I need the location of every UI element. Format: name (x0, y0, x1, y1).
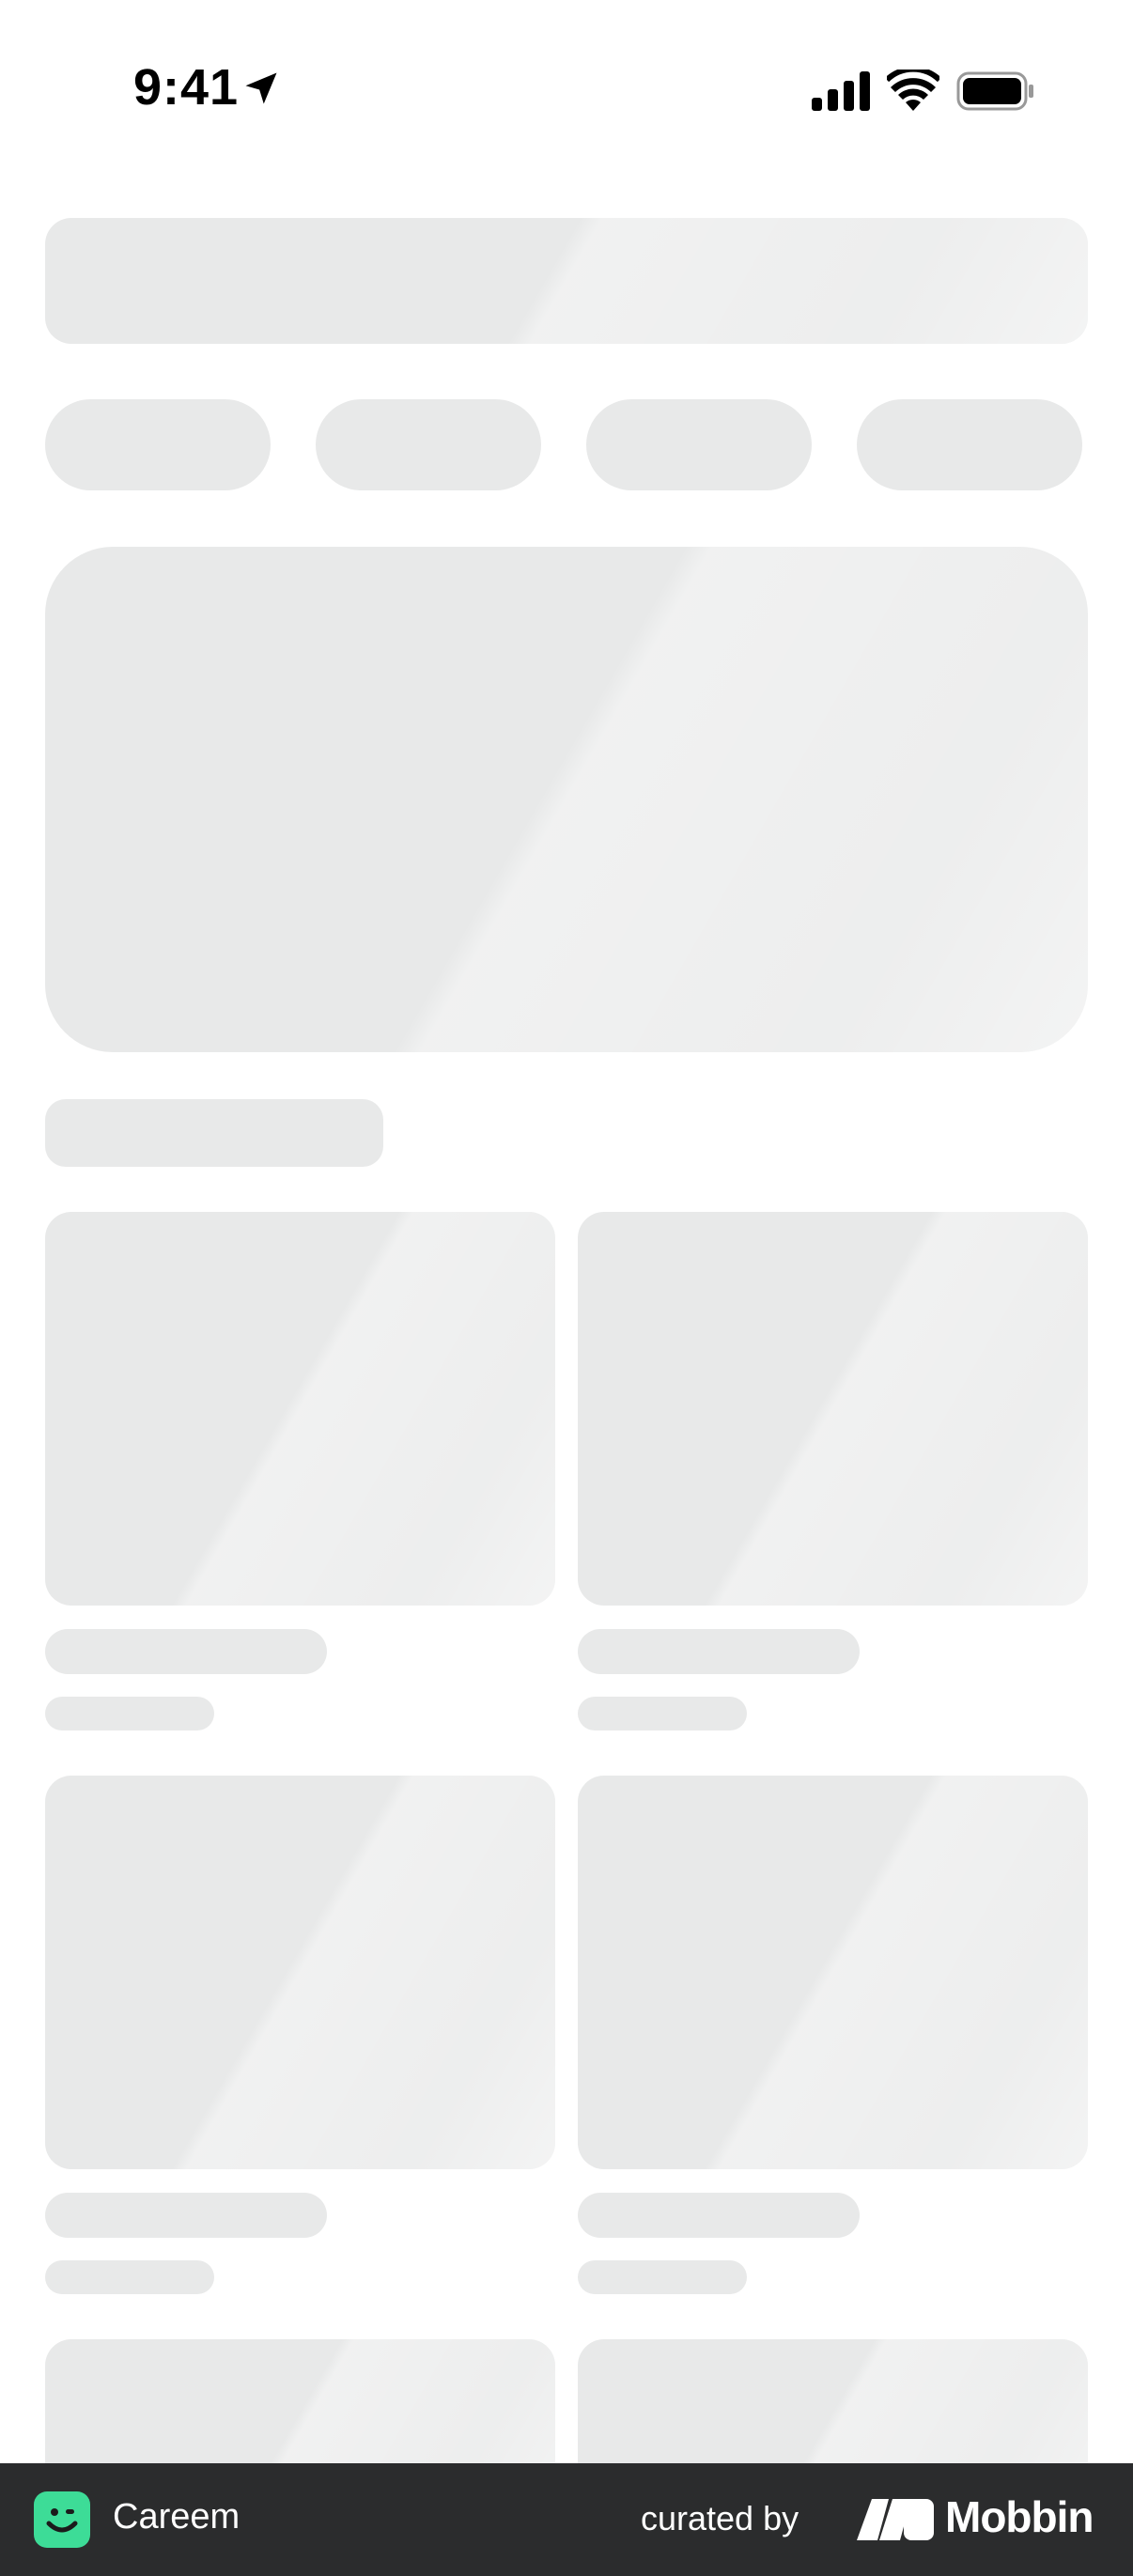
card-title-placeholder (578, 1629, 860, 1674)
app-name: Careem (113, 2497, 241, 2537)
status-bar: 9:41 (0, 0, 1133, 178)
card-image-placeholder (45, 1776, 555, 2169)
card-image-placeholder (578, 1776, 1088, 2169)
filter-chip-placeholder (857, 399, 1082, 490)
hero-banner-placeholder (45, 547, 1088, 1052)
wifi-icon (887, 70, 939, 111)
attribution-footer: Careem curated by Mobbin (0, 2463, 1133, 2576)
card-subtitle-placeholder (578, 2260, 747, 2294)
filter-chip-placeholder (45, 399, 271, 490)
filter-chip-placeholder (316, 399, 541, 490)
card-subtitle-placeholder (578, 1697, 747, 1730)
filter-chip-placeholder (586, 399, 812, 490)
status-time: 9:41 (133, 59, 240, 116)
curated-by-label: curated by (641, 2499, 799, 2537)
section-title-placeholder (45, 1099, 383, 1167)
careem-logo-icon (34, 2491, 90, 2548)
search-bar-placeholder (45, 218, 1088, 344)
card-subtitle-placeholder (45, 1697, 214, 1730)
card-image-placeholder (45, 1212, 555, 1606)
battery-icon (956, 71, 1033, 111)
mobbin-brand-name: Mobbin (945, 2492, 1094, 2541)
mobbin-logo-icon (857, 2499, 934, 2540)
card-subtitle-placeholder (45, 2260, 214, 2294)
location-arrow-icon (245, 72, 277, 104)
card-title-placeholder (578, 2193, 860, 2238)
card-title-placeholder (45, 2193, 327, 2238)
cellular-signal-icon (812, 71, 870, 111)
card-image-placeholder (578, 1212, 1088, 1606)
card-title-placeholder (45, 1629, 327, 1674)
